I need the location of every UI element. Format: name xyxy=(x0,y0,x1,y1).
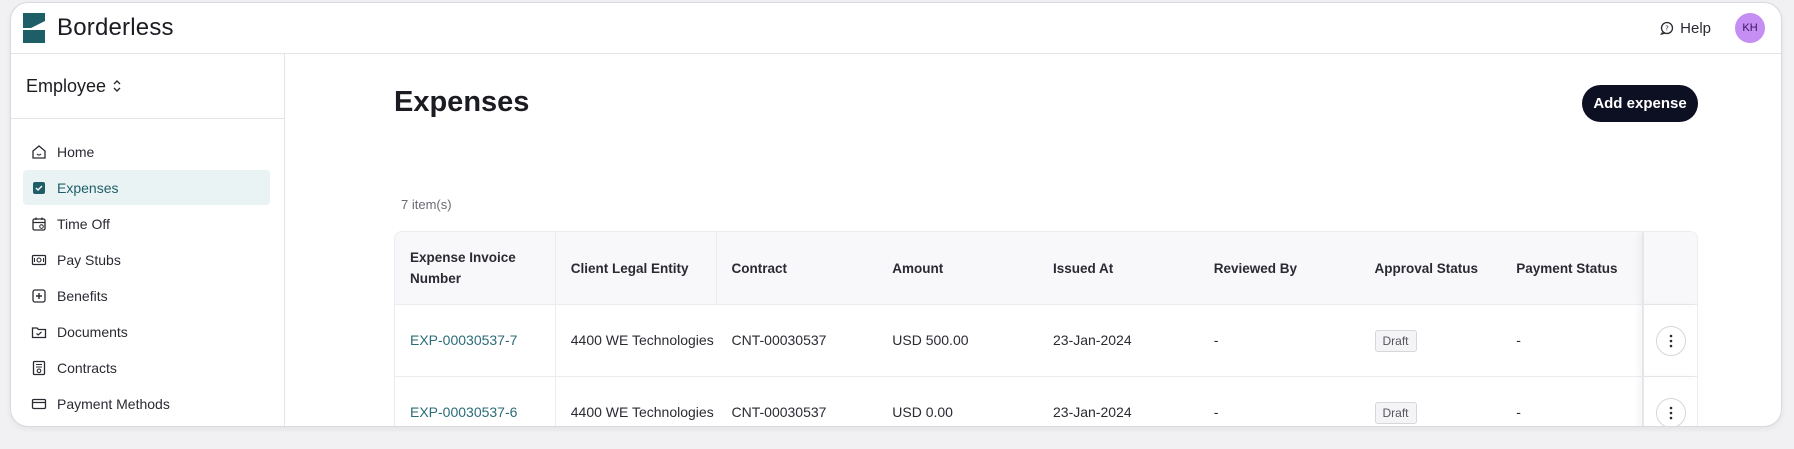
column-header-reviewed-by[interactable]: Reviewed By xyxy=(1199,232,1360,304)
chevron-up-down-icon xyxy=(113,80,121,92)
kebab-menu-icon xyxy=(1669,406,1672,419)
calendar-icon xyxy=(32,217,46,231)
column-header-entity[interactable]: Client Legal Entity xyxy=(556,232,717,304)
invoice-link[interactable]: EXP-00030537-7 xyxy=(410,330,517,351)
page-title: Expenses xyxy=(394,86,530,118)
sidebar-item-label: Expenses xyxy=(57,179,119,196)
column-header-actions xyxy=(1642,232,1697,304)
brand[interactable]: Borderless xyxy=(23,13,174,43)
column-header-issued-at[interactable]: Issued At xyxy=(1038,232,1199,304)
benefits-icon xyxy=(32,288,46,303)
sidebar-item-payment-methods[interactable]: Payment Methods xyxy=(23,386,270,421)
entity-cell: 4400 WE Technologies xyxy=(570,332,714,348)
reviewed-by-cell: - xyxy=(1213,332,1219,348)
expenses-table: Expense Invoice Number Client Legal Enti… xyxy=(394,231,1698,426)
status-badge: Draft xyxy=(1374,401,1417,424)
column-header-amount[interactable]: Amount xyxy=(877,232,1038,304)
help-chat-icon: ? xyxy=(1660,21,1674,35)
role-label: Employee xyxy=(26,75,107,96)
app-window: Borderless ? Help KH Employee Home Expen… xyxy=(10,2,1782,427)
invoice-link[interactable]: EXP-00030537-6 xyxy=(410,402,517,423)
add-expense-button[interactable]: Add expense xyxy=(1582,85,1698,122)
borderless-logo-icon xyxy=(23,13,45,43)
table-header: Expense Invoice Number Client Legal Enti… xyxy=(395,232,1697,305)
contract-cell: CNT-00030537 xyxy=(731,404,827,420)
amount-cell: USD 0.00 xyxy=(892,404,953,420)
column-header-approval-status[interactable]: Approval Status xyxy=(1360,232,1502,304)
sidebar-item-contracts[interactable]: Contracts xyxy=(23,350,270,385)
sidebar-item-label: Benefits xyxy=(57,287,108,304)
contract-icon xyxy=(32,360,46,375)
sidebar-nav: Home Expenses Time Off Pay Stubs Benefit… xyxy=(11,119,284,421)
sidebar: Employee Home Expenses Time Off Pay Stub… xyxy=(11,54,285,426)
column-header-contract[interactable]: Contract xyxy=(717,232,878,304)
amount-cell: USD 500.00 xyxy=(892,332,969,348)
sidebar-item-label: Contracts xyxy=(57,359,117,376)
sidebar-item-label: Payment Methods xyxy=(57,395,170,412)
sidebar-item-pay-stubs[interactable]: Pay Stubs xyxy=(23,242,270,277)
table-row: EXP-00030537-6 4400 WE Technologies CNT-… xyxy=(395,377,1697,426)
sidebar-item-expenses[interactable]: Expenses xyxy=(23,170,270,205)
row-actions-button[interactable] xyxy=(1655,325,1686,356)
top-bar: Borderless ? Help KH xyxy=(11,3,1781,54)
issued-at-cell: 23-Jan-2024 xyxy=(1053,404,1132,420)
sidebar-item-label: Documents xyxy=(57,323,128,340)
column-header-invoice[interactable]: Expense Invoice Number xyxy=(395,232,556,304)
sidebar-item-label: Time Off xyxy=(57,215,110,232)
sidebar-item-benefits[interactable]: Benefits xyxy=(23,278,270,313)
svg-text:?: ? xyxy=(1665,25,1669,33)
column-header-payment-status[interactable]: Payment Status xyxy=(1501,232,1642,304)
sidebar-item-time-off[interactable]: Time Off xyxy=(23,206,270,241)
card-icon xyxy=(31,398,47,409)
payment-status-cell: - xyxy=(1516,332,1521,348)
status-badge: Draft xyxy=(1374,329,1417,352)
contract-cell: CNT-00030537 xyxy=(731,332,827,348)
payment-status-cell: - xyxy=(1516,404,1521,420)
help-label: Help xyxy=(1680,19,1711,37)
home-icon xyxy=(32,144,46,159)
sidebar-item-documents[interactable]: Documents xyxy=(23,314,270,349)
brand-name: Borderless xyxy=(57,14,174,41)
role-switcher[interactable]: Employee xyxy=(11,54,284,119)
pay-stubs-icon xyxy=(31,254,47,265)
folder-icon xyxy=(31,326,47,338)
user-avatar[interactable]: KH xyxy=(1735,13,1765,43)
main-content: Expenses Add expense 7 item(s) Expense I… xyxy=(286,54,1781,426)
kebab-menu-icon xyxy=(1669,334,1672,347)
entity-cell: 4400 WE Technologies xyxy=(570,404,714,420)
issued-at-cell: 23-Jan-2024 xyxy=(1053,332,1132,348)
reviewed-by-cell: - xyxy=(1213,404,1219,420)
item-count: 7 item(s) xyxy=(401,197,452,212)
table-row: EXP-00030537-7 4400 WE Technologies CNT-… xyxy=(395,305,1697,377)
expenses-icon xyxy=(33,181,45,194)
sidebar-item-home[interactable]: Home xyxy=(23,134,270,169)
sidebar-item-label: Home xyxy=(57,143,95,160)
row-actions-button[interactable] xyxy=(1655,397,1686,426)
help-link[interactable]: ? Help xyxy=(1660,20,1711,37)
sidebar-item-label: Pay Stubs xyxy=(57,251,121,268)
